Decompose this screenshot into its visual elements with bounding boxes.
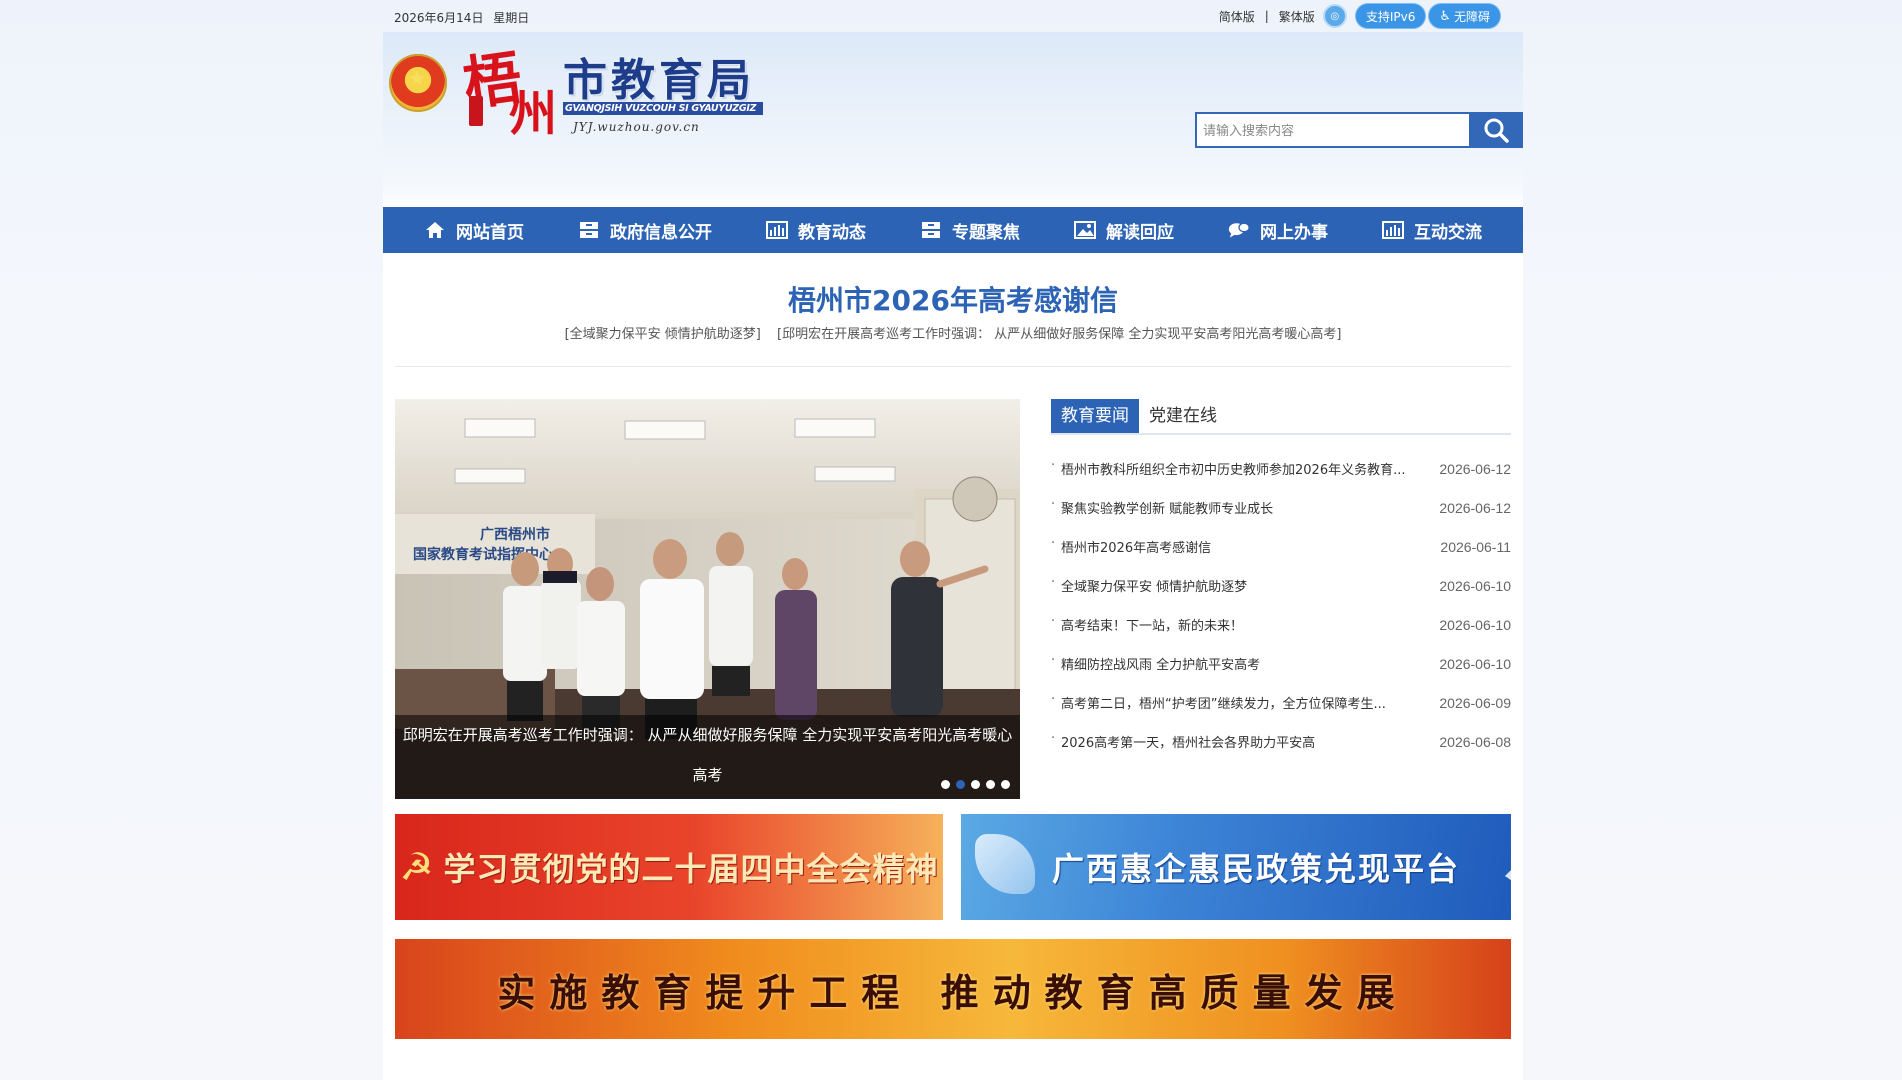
photo-sign-line1: 广西梧州市: [480, 526, 550, 543]
news-list: 梧州市教科所组织全市初中历史教师参加2026年义务教育... 2026-06-12…: [1051, 449, 1511, 761]
lang-separator: |: [1264, 9, 1269, 23]
news-date: 2026-06-12: [1439, 460, 1511, 477]
national-emblem-icon: [389, 54, 447, 112]
news-date: 2026-06-10: [1439, 655, 1511, 672]
accessibility-label: 无障碍: [1453, 9, 1490, 24]
ipv6-badge[interactable]: 支持IPv6: [1354, 3, 1427, 29]
news-date: 2026-06-09: [1439, 694, 1511, 711]
headline-title[interactable]: 梧州市2026年高考感谢信: [383, 279, 1523, 319]
divider: [395, 366, 1511, 367]
subnews-link-1[interactable]: [全域聚力保平安 倾情护航助逐梦]: [565, 327, 761, 342]
education-project-banner[interactable]: 实施教育提升工程 推动教育高质量发展: [395, 939, 1511, 1039]
image-icon: [1074, 220, 1096, 240]
main-nav: 网站首页 政府信息公开 教育动态 专题聚焦 解读回应 网上办事 互动交流: [383, 207, 1523, 253]
bar-chart-icon: [766, 220, 788, 240]
news-title: 梧州市2026年高考感谢信: [1051, 537, 1211, 556]
list-item[interactable]: 聚焦实验教学创新 赋能教师专业成长 2026-06-12: [1051, 488, 1511, 527]
news-title: 梧州市教科所组织全市初中历史教师参加2026年义务教育...: [1051, 459, 1405, 478]
chat-icon: [1228, 220, 1250, 240]
nav-label: 网站首页: [456, 222, 524, 243]
site-url: JYJ.wuzhou.gov.cn: [573, 120, 700, 134]
nav-label: 互动交流: [1414, 222, 1482, 243]
party-study-banner-text: 学习贯彻党的二十届四中全会精神: [443, 850, 939, 888]
nav-interpretation[interactable]: 解读回应: [1074, 218, 1174, 243]
slider-caption[interactable]: 邱明宏在开展高考巡考工作时强调： 从严从细做好服务保障 全力实现平安高考阳光高考…: [395, 715, 1020, 799]
nav-special-topics[interactable]: 专题聚焦: [920, 218, 1020, 243]
slider-dot-active[interactable]: [956, 780, 965, 789]
list-item[interactable]: 梧州市2026年高考感谢信 2026-06-11: [1051, 527, 1511, 566]
ipv6-label: 支持IPv6: [1365, 9, 1416, 24]
nav-label: 网上办事: [1260, 222, 1328, 243]
news-title: 高考第二日，梧州“护考团”继续发力，全方位保障考生...: [1051, 693, 1386, 712]
simplified-chinese-link[interactable]: 简体版: [1219, 8, 1255, 25]
slider-dot[interactable]: [971, 780, 980, 789]
slider-dot[interactable]: [1001, 780, 1010, 789]
search-input[interactable]: [1195, 112, 1469, 148]
list-item[interactable]: 高考结束！下一站，新的未来！ 2026-06-10: [1051, 605, 1511, 644]
policy-platform-banner[interactable]: 广西惠企惠民政策兑现平台: [961, 814, 1511, 920]
list-item[interactable]: 梧州市教科所组织全市初中历史教师参加2026年义务教育... 2026-06-12: [1051, 449, 1511, 488]
drawer-icon: [578, 220, 600, 240]
list-item[interactable]: 全域聚力保平安 倾情护航助逐梦 2026-06-10: [1051, 566, 1511, 605]
top-links: 简体版 | 繁体版 ◎ 支持IPv6 ♿ 无障碍: [1219, 3, 1501, 29]
nav-label: 解读回应: [1106, 222, 1174, 243]
list-item[interactable]: 2026高考第一天，梧州社会各界助力平安高 2026-06-08: [1051, 722, 1511, 761]
nav-home[interactable]: 网站首页: [424, 218, 524, 243]
nav-edu-news[interactable]: 教育动态: [766, 218, 866, 243]
news-title: 2026高考第一天，梧州社会各界助力平安高: [1051, 732, 1315, 751]
news-date: 2026-06-12: [1439, 499, 1511, 516]
list-item[interactable]: 高考第二日，梧州“护考团”继续发力，全方位保障考生... 2026-06-09: [1051, 683, 1511, 722]
news-box: 教育要闻 党建在线 梧州市教科所组织全市初中历史教师参加2026年义务教育...…: [1051, 399, 1511, 799]
main-content: 梧州市2026年高考感谢信 [全域聚力保平安 倾情护航助逐梦] [邱明宏在开展高…: [383, 253, 1523, 1080]
nav-gov-info[interactable]: 政府信息公开: [578, 218, 712, 243]
tab-edu-news[interactable]: 教育要闻: [1051, 399, 1139, 433]
news-date: 2026-06-11: [1440, 538, 1511, 555]
party-study-banner[interactable]: ☭ 学习贯彻党的二十届四中全会精神: [395, 814, 943, 920]
search-icon: [1484, 118, 1509, 143]
drawer-icon: [920, 220, 942, 240]
tab-party-building[interactable]: 党建在线: [1139, 399, 1227, 433]
photo-slider[interactable]: 广西梧州市 国家教育考试指挥中心 邱明宏在开展高考巡考工作时强调： 从严从细做好…: [395, 399, 1020, 799]
traditional-chinese-link[interactable]: 繁体版: [1279, 8, 1315, 25]
news-title: 高考结束！下一站，新的未来！: [1051, 615, 1243, 634]
bar-chart-icon: [1382, 220, 1404, 240]
hammer-sickle-icon: ☭: [399, 845, 434, 889]
date-display: 2026年6月14日 星期日: [394, 9, 535, 26]
news-date: 2026-06-10: [1439, 577, 1511, 594]
news-date: 2026-06-10: [1439, 616, 1511, 633]
nav-label: 政府信息公开: [610, 222, 712, 243]
date-text: 2026年6月14日: [394, 11, 484, 25]
news-tabs: 教育要闻 党建在线: [1051, 399, 1511, 435]
slider-dot[interactable]: [941, 780, 950, 789]
list-item[interactable]: 精细防控战风雨 全力护航平安高考 2026-06-10: [1051, 644, 1511, 683]
home-icon: [424, 220, 446, 240]
headline-subnews: [全域聚力保平安 倾情护航助逐梦] [邱明宏在开展高考巡考工作时强调： 从严从细…: [383, 323, 1523, 342]
red-seal-icon: [469, 96, 483, 126]
document-graphic-icon: [975, 834, 1035, 894]
accessibility-button[interactable]: ♿ 无障碍: [1428, 3, 1501, 29]
search-box: [1195, 112, 1523, 148]
news-date: 2026-06-08: [1439, 733, 1511, 750]
nav-interaction[interactable]: 互动交流: [1382, 218, 1482, 243]
news-title: 聚焦实验教学创新 赋能教师专业成长: [1051, 498, 1273, 517]
wheelchair-icon: ♿: [1439, 8, 1451, 24]
news-title: 全域聚力保平安 倾情护航助逐梦: [1051, 576, 1247, 595]
site-title: 市教育局: [563, 55, 755, 106]
slider-dot[interactable]: [986, 780, 995, 789]
gov-badge-icon[interactable]: ◎: [1322, 4, 1347, 28]
news-title: 精细防控战风雨 全力护航平安高考: [1051, 654, 1260, 673]
nav-online-services[interactable]: 网上办事: [1228, 218, 1328, 243]
slider-dots: [941, 780, 1010, 789]
weekday-text: 星期日: [493, 11, 530, 25]
site-title-pinyin: GVANQJSIH VUZCOUH SI GYAUYUZGIZ: [563, 102, 763, 115]
search-button[interactable]: [1469, 112, 1523, 148]
subnews-link-2[interactable]: [邱明宏在开展高考巡考工作时强调： 从严从细做好服务保障 全力实现平安高考阳光高…: [777, 327, 1341, 342]
top-bar: 2026年6月14日 星期日 简体版 | 繁体版 ◎ 支持IPv6 ♿ 无障碍: [383, 0, 1523, 32]
education-project-banner-text: 实施教育提升工程 推动教育高质量发展: [497, 970, 1409, 1015]
nav-label: 教育动态: [798, 222, 866, 243]
nav-label: 专题聚焦: [952, 222, 1020, 243]
logo-char-2: 州: [509, 86, 558, 142]
site-header: 梧 州 市教育局 GVANQJSIH VUZCOUH SI GYAUYUZGIZ…: [383, 32, 1523, 207]
